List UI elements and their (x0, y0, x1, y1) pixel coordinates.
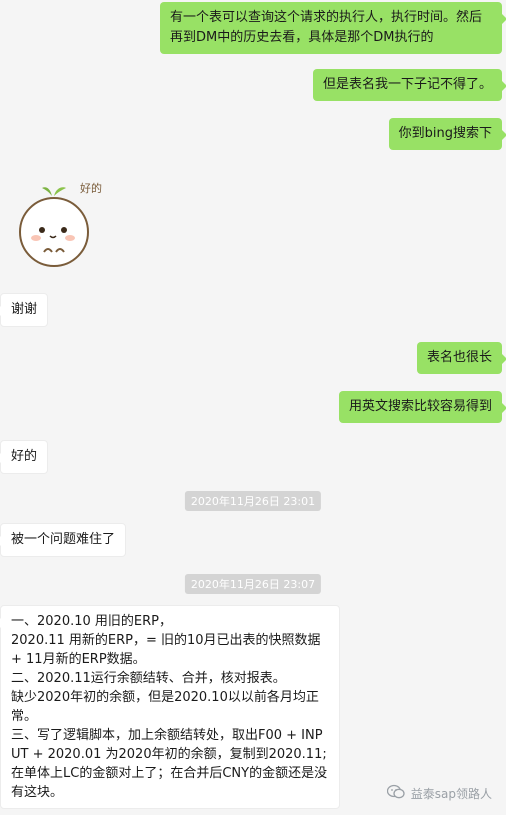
message-text: 但是表名我一下子记不得了。 (322, 77, 492, 92)
received-message-2: 好的 (0, 440, 49, 474)
watermark: 益泰sap领路人 (386, 784, 492, 803)
sent-message-4: 表名也很长 (416, 342, 506, 374)
message-text: 好的 (11, 449, 38, 464)
sent-message-2: 但是表名我一下子记不得了。 (312, 69, 506, 101)
sent-message-1: 有一个表可以查询这个请求的执行人，执行时间。然后再到DM中的历史去看，具体是那个… (160, 2, 506, 54)
long-message-line: 2020.11 用新的ERP，= 旧的10月已出表的快照数据 + 11月新的ER… (11, 633, 321, 667)
wechat-official-account-icon (386, 784, 405, 803)
timestamp-2: 2020年11月26日 23:07 (184, 574, 322, 594)
timestamp-1: 2020年11月26日 23:01 (184, 491, 322, 511)
long-message-line: 三、写了逻辑脚本，加上余额结转处，取出F00 + INPUT + 2020.01… (11, 728, 328, 800)
message-text: 有一个表可以查询这个请求的执行人，执行时间。然后再到DM中的历史去看，具体是那个… (170, 10, 483, 45)
message-text: 被一个问题难住了 (11, 532, 116, 547)
long-message-line: 一、2020.10 用旧的ERP， (11, 614, 172, 629)
sent-message-5: 用英文搜索比较容易得到 (338, 391, 506, 423)
sticker-caption: 好的 (80, 181, 102, 195)
watermark-text: 益泰sap领路人 (410, 787, 492, 801)
message-text: 谢谢 (11, 302, 38, 317)
received-message-3: 被一个问题难住了 (0, 523, 127, 557)
long-message-line: 二、2020.11运行余额结转、合并，核对报表。 (11, 671, 286, 686)
smiling-bean-sticker-icon: 好的 (12, 178, 108, 274)
message-text: 你到bing搜索下 (398, 126, 492, 141)
long-message-line: 缺少2020年初的余额，但是2020.10以以前各月均正常。 (11, 690, 319, 724)
sent-message-3: 你到bing搜索下 (388, 118, 506, 150)
received-message-1: 谢谢 (0, 293, 49, 327)
message-text: 表名也很长 (426, 350, 492, 365)
received-message-long: 一、2020.10 用旧的ERP， 2020.11 用新的ERP，= 旧的10月… (0, 605, 340, 809)
message-text: 用英文搜索比较容易得到 (348, 399, 492, 414)
